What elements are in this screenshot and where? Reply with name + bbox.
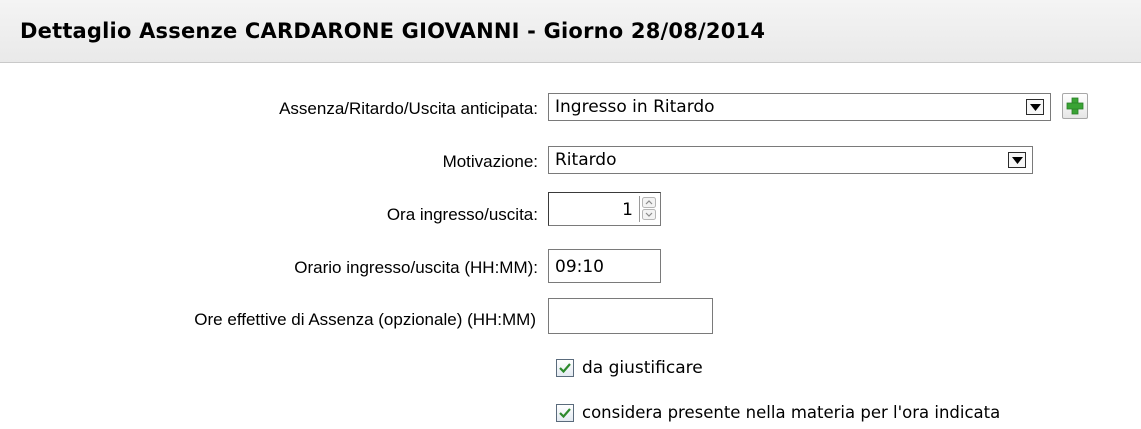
spin-down-icon[interactable] xyxy=(642,209,656,220)
considera-presente-checkbox[interactable] xyxy=(556,404,574,422)
considera-presente-label: considera presente nella materia per l'o… xyxy=(582,403,1001,422)
page-title: Dettaglio Assenze CARDARONE GIOVANNI - G… xyxy=(20,19,766,43)
da-giustificare-label: da giustificare xyxy=(582,358,703,378)
tipo-label: Assenza/Ritardo/Uscita anticipata: xyxy=(279,99,538,118)
motivazione-label: Motivazione: xyxy=(442,152,538,171)
chevron-down-icon[interactable] xyxy=(1008,152,1026,168)
ora-stepper-value: 1 xyxy=(622,200,633,220)
checkmark-icon xyxy=(559,363,571,374)
ore-effettive-input[interactable] xyxy=(548,298,713,334)
plus-icon xyxy=(1066,97,1084,115)
tipo-select[interactable]: Ingresso in Ritardo xyxy=(548,93,1051,121)
motivazione-select-value: Ritardo xyxy=(555,150,617,170)
ore-effettive-label: Ore effettive di Assenza (opzionale) (HH… xyxy=(194,310,536,329)
orario-input-value: 09:10 xyxy=(555,257,604,277)
panel-header: Dettaglio Assenze CARDARONE GIOVANNI - G… xyxy=(0,0,1141,63)
spin-up-icon[interactable] xyxy=(642,197,656,208)
stepper-buttons xyxy=(639,196,658,222)
ora-label: Ora ingresso/uscita: xyxy=(386,205,538,224)
da-giustificare-checkbox[interactable] xyxy=(556,359,574,377)
checkmark-icon xyxy=(559,408,571,419)
tipo-select-value: Ingresso in Ritardo xyxy=(555,97,715,117)
ora-stepper[interactable]: 1 xyxy=(548,192,661,226)
absence-detail-panel: Dettaglio Assenze CARDARONE GIOVANNI - G… xyxy=(0,0,1141,429)
motivazione-select[interactable]: Ritardo xyxy=(548,146,1033,174)
orario-input[interactable]: 09:10 xyxy=(548,249,661,283)
add-button[interactable] xyxy=(1062,93,1088,119)
chevron-down-icon[interactable] xyxy=(1026,99,1044,115)
orario-label: Orario ingresso/uscita (HH:MM): xyxy=(294,258,538,277)
